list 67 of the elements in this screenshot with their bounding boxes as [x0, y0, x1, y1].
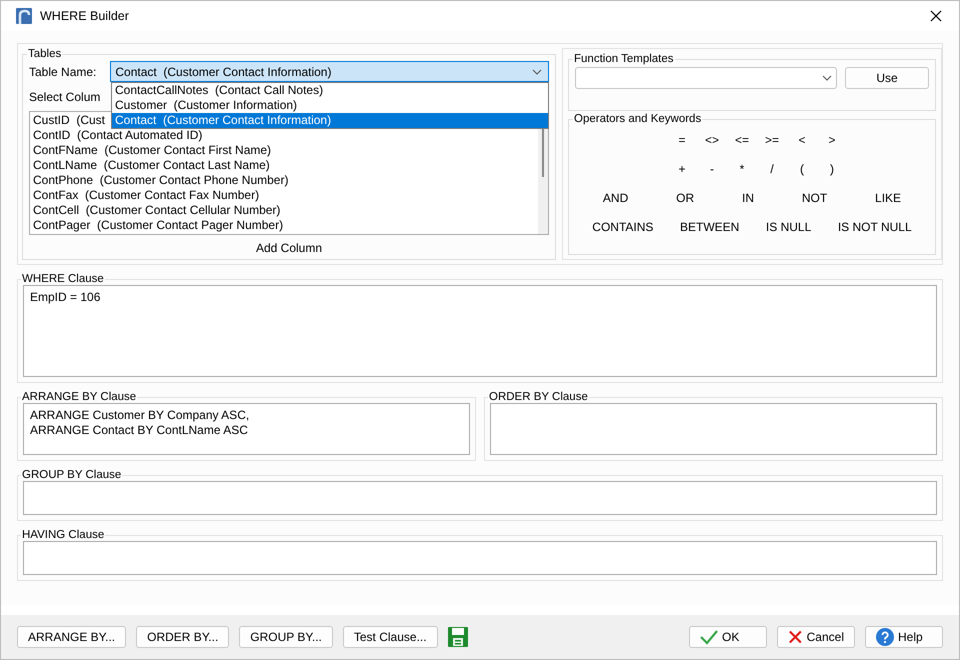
table-name-dropdown[interactable]: Contact (Customer Contact Information) [110, 61, 549, 82]
chevron-icon [532, 68, 542, 74]
window-title: WHERE Builder [40, 9, 130, 23]
group-title: Tables [27, 48, 62, 60]
operator-button[interactable]: IN [742, 190, 754, 204]
list-item[interactable]: ContLName (Customer Contact Last Name) [33, 158, 270, 173]
list-item[interactable]: ContFax (Customer Contact Fax Number) [33, 188, 260, 203]
close-icon [930, 10, 942, 22]
check-icon [700, 629, 718, 645]
group-title: HAVING Clause [21, 529, 106, 541]
field-label: Table Name: [29, 64, 96, 78]
having-field[interactable] [23, 541, 937, 575]
group-title: Function Templates [573, 53, 675, 65]
help-button[interactable]: Help [865, 626, 943, 648]
operator-button[interactable]: <= [727, 132, 757, 146]
operator-button[interactable]: = [667, 132, 697, 146]
help-icon [876, 628, 894, 646]
group-title: GROUP BY Clause [21, 469, 122, 481]
list-item[interactable]: ContCell (Customer Contact Cellular Number) [33, 203, 280, 218]
list-item[interactable]: ContID (Contact Automated ID) [33, 128, 202, 143]
operator-button[interactable]: IS NOT NULL [838, 220, 912, 234]
list-item[interactable]: ContFName (Customer Contact First Name) [33, 143, 272, 158]
dropdown-option[interactable]: Contact (Customer Contact Information) [112, 113, 548, 128]
operator-button[interactable]: - [697, 162, 727, 176]
function-template-dropdown[interactable] [575, 67, 837, 89]
chevron-icon [822, 75, 832, 81]
use-button[interactable]: Use [845, 67, 929, 89]
group-title: ORDER BY Clause [488, 391, 589, 403]
operator-button[interactable]: ) [817, 162, 847, 176]
operator-button[interactable]: IS NULL [766, 220, 812, 234]
operator-button[interactable]: < [787, 132, 817, 146]
group-by-field[interactable] [23, 481, 937, 515]
dialog-button[interactable]: ORDER BY... [136, 626, 230, 648]
dialog-button[interactable]: Test Clause... [342, 626, 438, 648]
operator-button[interactable]: BETWEEN [680, 220, 740, 234]
cancel-button[interactable]: Cancel [777, 626, 855, 648]
operator-button[interactable]: ( [787, 162, 817, 176]
list-item[interactable]: ContPhone (Customer Contact Phone Number) [33, 173, 288, 188]
list-item[interactable]: CustID (Cust [33, 113, 106, 128]
operator-button[interactable]: AND [602, 190, 628, 204]
group-title: Operators and Keywords [573, 113, 702, 125]
where-clause-field[interactable]: EmpID = 106 [23, 285, 937, 377]
dialog-button[interactable]: GROUP BY... [239, 626, 333, 648]
app-icon [16, 8, 32, 24]
dropdown-option[interactable]: ContactCallNotes (Contact Call Notes) [112, 83, 548, 98]
group-title: ARRANGE BY Clause [21, 391, 138, 403]
operator-button[interactable]: LIKE [875, 190, 902, 204]
order-by-field[interactable] [490, 403, 937, 455]
operator-button[interactable]: CONTAINS [592, 220, 654, 234]
operator-button[interactable]: <> [697, 132, 727, 146]
operator-button[interactable]: / [757, 162, 787, 176]
arrange-by-field[interactable]: ARRANGE Customer BY Company ASC, ARRANGE Contact BY ContLName ASC [23, 403, 470, 455]
operator-button[interactable]: + [667, 162, 697, 176]
dropdown-option[interactable]: Customer (Customer Information) [112, 98, 548, 113]
add-column-button[interactable]: Add Column [250, 239, 328, 257]
field-label: Select Colum [29, 90, 100, 104]
group-title: WHERE Clause [21, 273, 105, 285]
operator-button[interactable]: >= [757, 132, 787, 146]
operator-button[interactable]: NOT [802, 190, 828, 204]
list-item[interactable]: ContPager (Customer Contact Pager Number) [33, 218, 284, 233]
ok-button[interactable]: OK [689, 626, 767, 648]
operator-button[interactable]: * [727, 162, 757, 176]
operator-button[interactable]: OR [676, 190, 694, 204]
cross-icon [788, 629, 803, 645]
operator-button[interactable]: > [817, 132, 847, 146]
save-icon[interactable] [448, 627, 468, 647]
dialog-button[interactable]: ARRANGE BY... [17, 626, 126, 648]
